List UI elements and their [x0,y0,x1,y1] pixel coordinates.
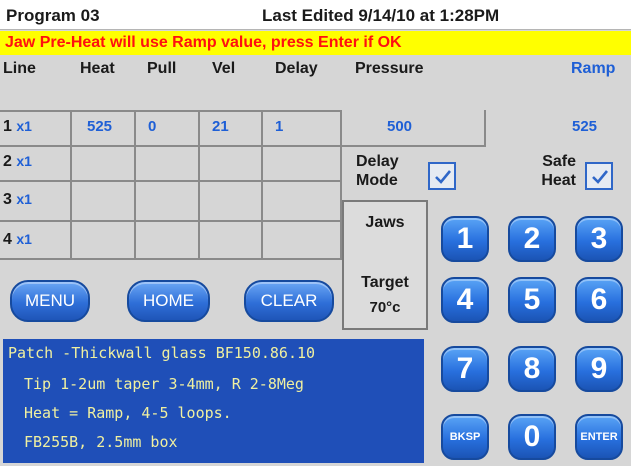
cell-heat[interactable]: 525 [87,118,112,135]
header-pull: Pull [147,60,177,77]
row-multiplier: x1 [16,231,32,247]
safe-heat-checkbox[interactable] [585,162,613,190]
header-heat: Heat [80,60,115,77]
row-label-3[interactable]: 3 x1 [3,191,32,209]
key-4[interactable]: 4 [441,277,489,323]
grid-line [198,110,200,260]
title-bar: Program 03 Last Edited 9/14/10 at 1:28PM [0,0,631,30]
header-pressure: Pressure [355,60,424,77]
jaws-panel[interactable]: Jaws Target 70°c [342,200,428,330]
grid-line [0,145,342,147]
row-label-1[interactable]: 1 x1 [3,118,32,136]
grid-line [484,110,486,147]
last-edited: Last Edited 9/14/10 at 1:28PM [262,6,500,25]
program-notes: Patch -Thickwall glass BF150.86.10 Tip 1… [3,339,424,463]
key-9[interactable]: 9 [575,346,623,392]
cell-pull[interactable]: 0 [148,118,156,135]
key-6[interactable]: 6 [575,277,623,323]
delay-mode-label: Delay Mode [356,153,399,189]
note-line: Patch -Thickwall glass BF150.86.10 [8,344,316,362]
grid-line [342,145,485,147]
row-multiplier: x1 [16,191,32,207]
controller-screen: Program 03 Last Edited 9/14/10 at 1:28PM… [0,0,631,466]
key-0[interactable]: 0 [508,414,556,460]
cell-pressure[interactable]: 500 [387,118,412,135]
menu-button[interactable]: MENU [10,280,90,322]
grid-line [0,180,342,182]
grid-line [134,110,136,260]
target-temperature: 70°c [369,299,401,316]
header-line: Line [3,60,36,77]
target-label: Target [361,274,409,291]
row-label-2[interactable]: 2 x1 [3,153,32,171]
grid-line [0,258,342,260]
note-line: FB255B, 2.5mm box [24,433,178,451]
ramp-value[interactable]: 525 [572,118,597,135]
row-multiplier: x1 [16,153,32,169]
key-2[interactable]: 2 [508,216,556,262]
key-5[interactable]: 5 [508,277,556,323]
program-name: Program 03 [6,6,100,25]
row-multiplier: x1 [16,118,32,134]
grid-line [70,110,72,260]
warning-banner: Jaw Pre-Heat will use Ramp value, press … [0,31,631,55]
cell-vel[interactable]: 21 [212,118,229,135]
header-delay: Delay [275,60,318,77]
backspace-key[interactable]: BKSP [441,414,489,460]
home-button[interactable]: HOME [127,280,210,322]
note-line: Heat = Ramp, 4-5 loops. [24,404,232,422]
key-1[interactable]: 1 [441,216,489,262]
header-ramp: Ramp [571,60,616,77]
key-3[interactable]: 3 [575,216,623,262]
clear-button[interactable]: CLEAR [244,280,334,322]
check-icon [435,170,452,184]
cell-delay[interactable]: 1 [275,118,283,135]
grid-line [0,110,342,112]
note-line: Tip 1-2um taper 3-4mm, R 2-8Meg [24,375,304,393]
delay-mode-checkbox[interactable] [428,162,456,190]
jaws-title: Jaws [365,214,405,231]
key-7[interactable]: 7 [441,346,489,392]
grid-line [261,110,263,260]
row-label-4[interactable]: 4 x1 [3,231,32,249]
check-icon [592,170,609,184]
enter-key[interactable]: ENTER [575,414,623,460]
header-vel: Vel [212,60,236,77]
grid-line [0,220,342,222]
safe-heat-label: Safe Heat [541,153,576,189]
key-8[interactable]: 8 [508,346,556,392]
